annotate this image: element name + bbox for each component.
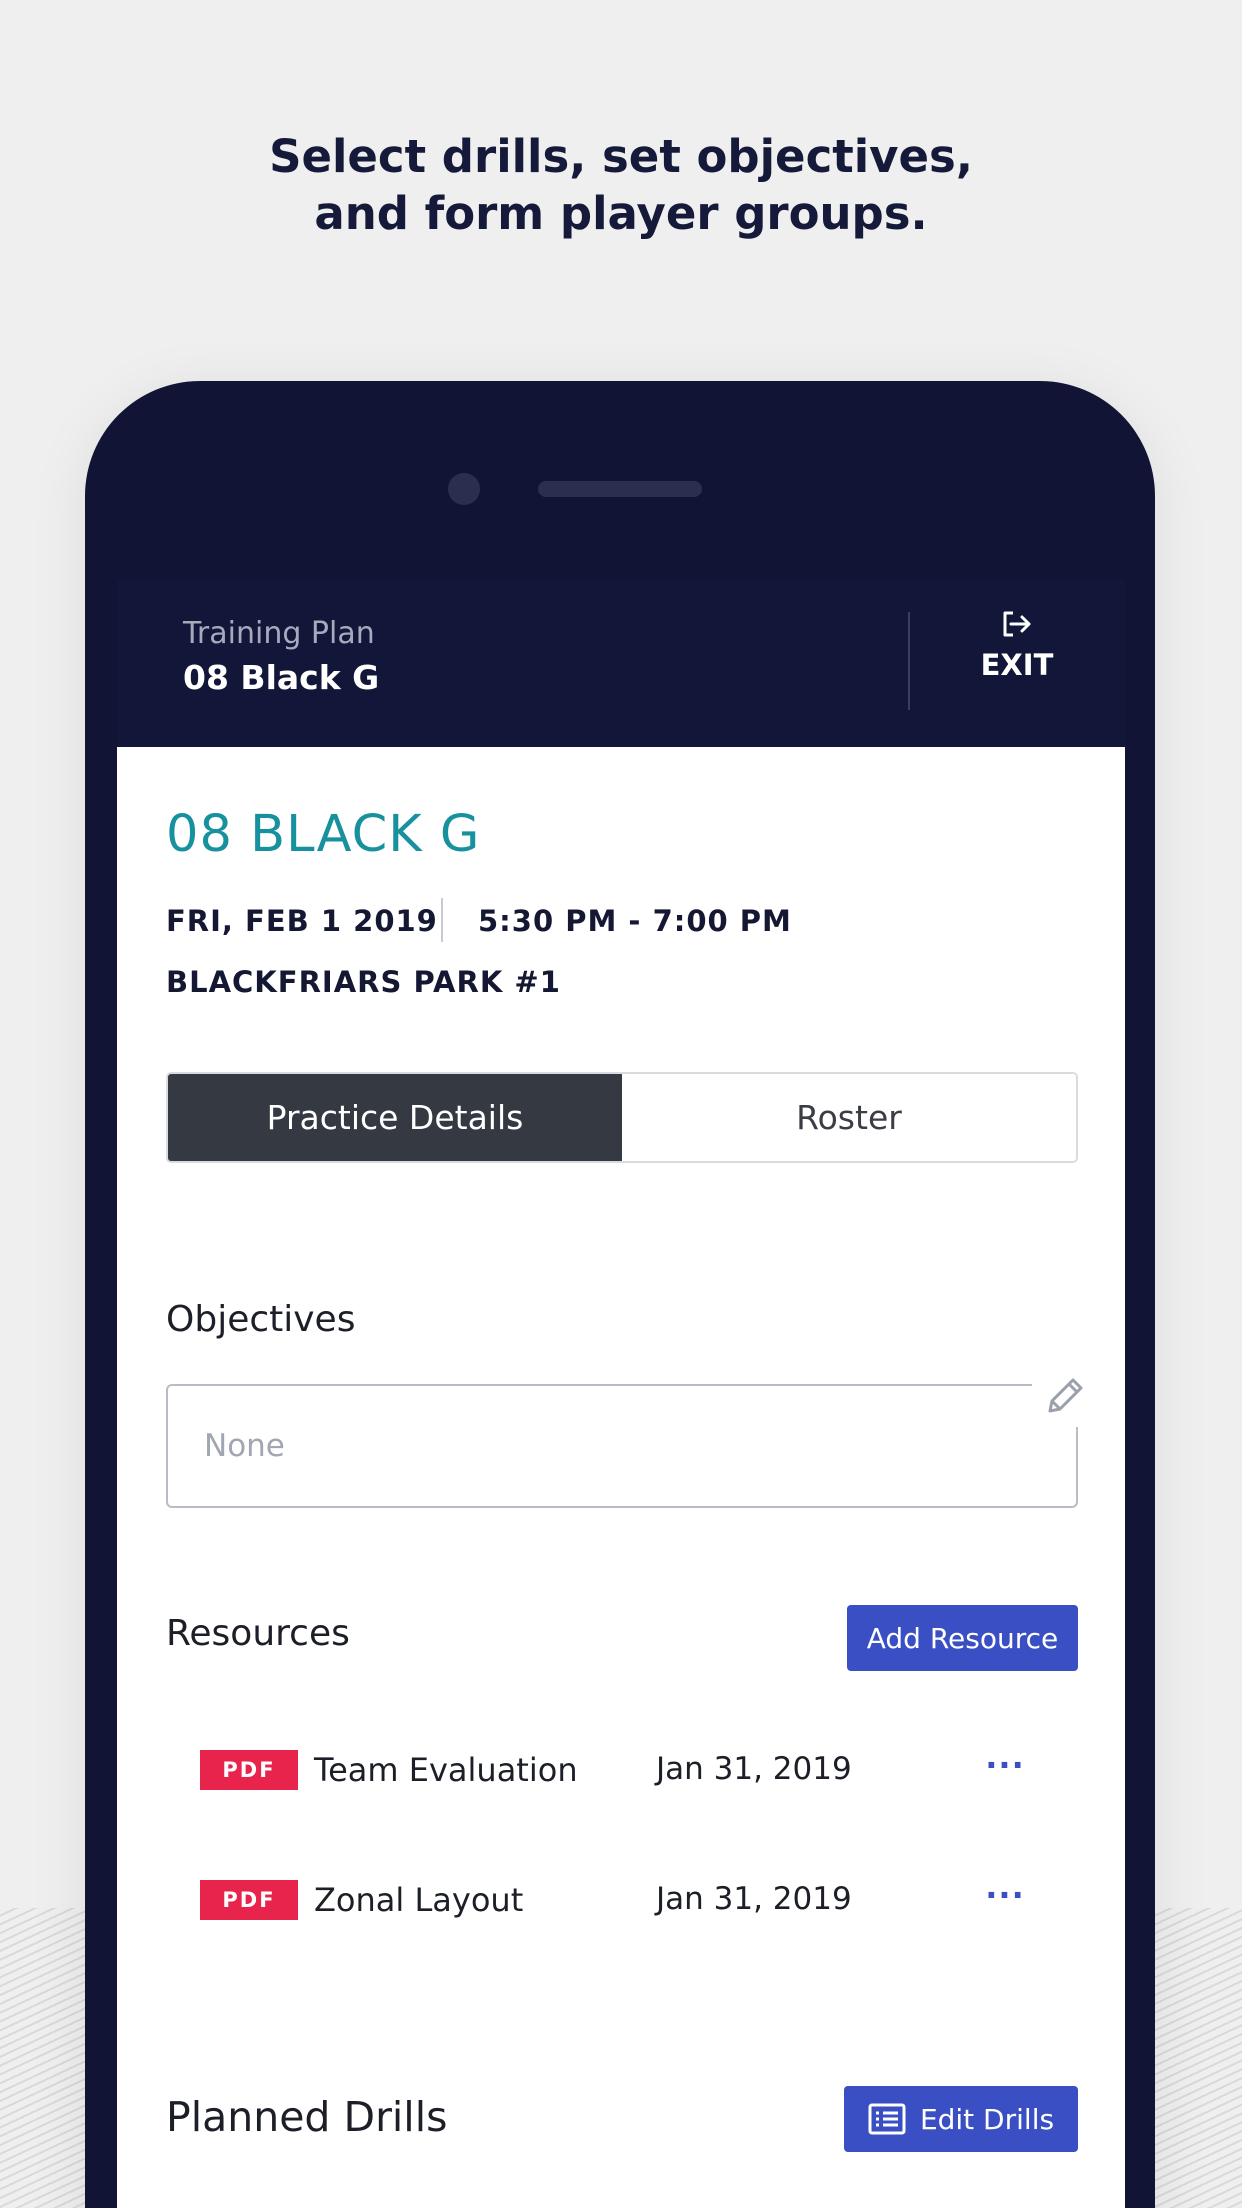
exit-icon	[1003, 611, 1031, 637]
pdf-badge: PDF	[200, 1880, 298, 1920]
headline-line-2: and form player groups.	[314, 187, 928, 240]
app-bar-title: 08 Black G	[183, 658, 380, 697]
app-bar-divider	[908, 612, 910, 710]
more-options-icon[interactable]: ···	[975, 1746, 1035, 1794]
list-item[interactable]: PDF Team Evaluation Jan 31, 2019 ···	[117, 1740, 1125, 1800]
edit-drills-label: Edit Drills	[919, 2102, 1055, 2136]
resources-heading: Resources	[166, 1613, 350, 1654]
headline-line-1: Select drills, set objectives,	[269, 130, 973, 183]
practice-time: 5:30 PM - 7:00 PM	[478, 904, 792, 938]
list-item[interactable]: PDF Zonal Layout Jan 31, 2019 ···	[117, 1870, 1125, 1930]
practice-details-panel: 08 BLACK G FRI, FEB 1 2019 5:30 PM - 7:0…	[117, 747, 1125, 2208]
pdf-badge: PDF	[200, 1750, 298, 1790]
app-bar-subtitle: Training Plan	[183, 616, 375, 651]
edit-drills-button[interactable]: Edit Drills	[844, 2086, 1078, 2152]
pencil-icon	[1048, 1378, 1083, 1413]
practice-date: FRI, FEB 1 2019	[166, 904, 438, 938]
exit-label: EXIT	[980, 648, 1054, 682]
tab-practice-details[interactable]: Practice Details	[168, 1074, 622, 1161]
team-name: 08 BLACK G	[166, 805, 481, 864]
resource-date: Jan 31, 2019	[656, 1751, 852, 1787]
list-icon	[868, 2103, 906, 2135]
planned-drills-heading: Planned Drills	[166, 2093, 448, 2141]
edit-objectives-button[interactable]	[1032, 1365, 1098, 1427]
meta-divider	[441, 898, 443, 942]
resource-name: Team Evaluation	[314, 1751, 578, 1789]
objectives-heading: Objectives	[166, 1299, 356, 1340]
phone-speaker	[538, 481, 702, 497]
practice-venue: BLACKFRIARS PARK #1	[166, 965, 561, 999]
tab-roster[interactable]: Roster	[622, 1074, 1076, 1161]
objectives-field[interactable]: None	[166, 1384, 1078, 1508]
more-options-icon[interactable]: ···	[975, 1876, 1035, 1924]
app-bar: Training Plan 08 Black G EXIT	[117, 580, 1125, 747]
resource-name: Zonal Layout	[314, 1881, 524, 1919]
exit-button[interactable]: EXIT	[947, 610, 1087, 710]
marketing-headline: Select drills, set objectives, and form …	[0, 128, 1242, 242]
segmented-control: Practice Details Roster	[166, 1072, 1078, 1163]
add-resource-button[interactable]: Add Resource	[847, 1605, 1078, 1671]
phone-camera	[448, 473, 480, 505]
objectives-value: None	[204, 1428, 285, 1464]
resource-date: Jan 31, 2019	[656, 1881, 852, 1917]
